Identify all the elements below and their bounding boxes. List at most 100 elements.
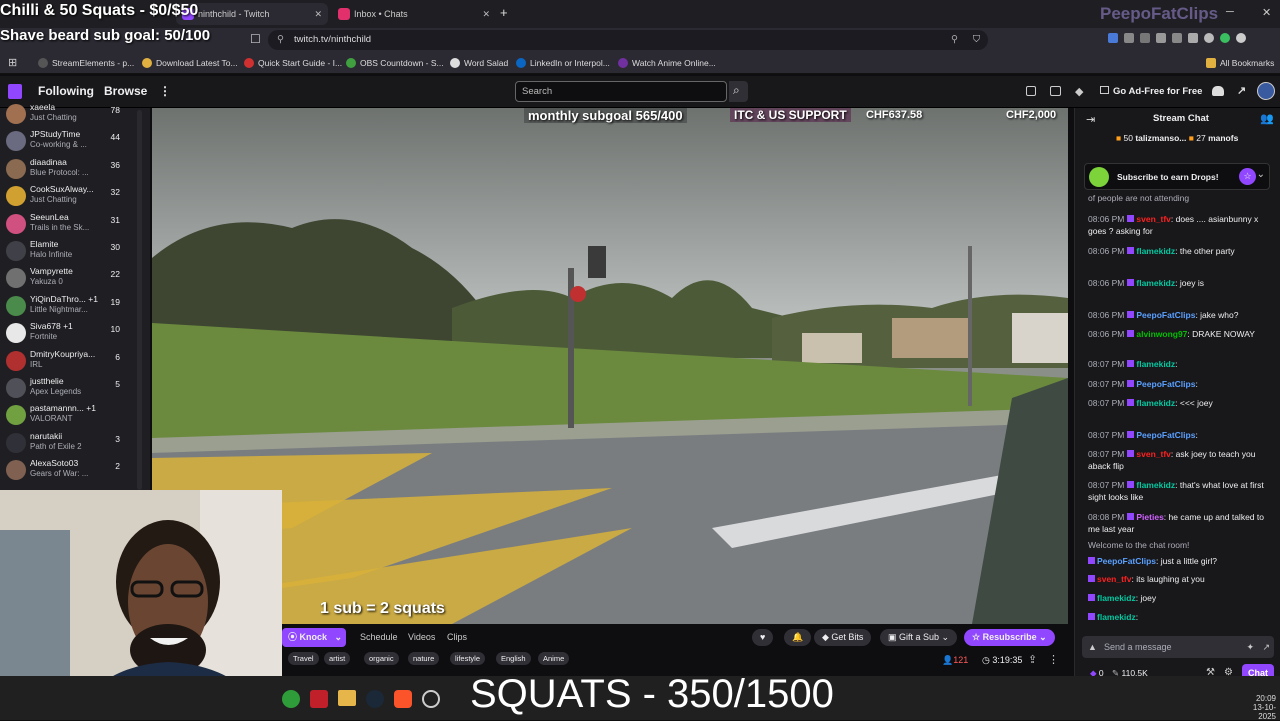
file-explorer-icon[interactable]: [338, 690, 356, 706]
drops-icon[interactable]: [1212, 86, 1224, 96]
bookmark-item[interactable]: LinkedIn or Interpol...: [516, 55, 610, 71]
collapse-chat-icon[interactable]: ⇥: [1086, 113, 1095, 126]
stream-tag[interactable]: lifestyle: [450, 652, 486, 665]
sidebar-channel-item[interactable]: xaeela Just Chatting 78: [0, 100, 150, 128]
chat-username[interactable]: PeepoFatClips: [1097, 556, 1156, 566]
music-icon[interactable]: [1156, 33, 1166, 43]
bookmark-item[interactable]: Watch Anime Online...: [618, 55, 716, 71]
all-bookmarks[interactable]: All Bookmarks: [1206, 55, 1274, 71]
media-icon[interactable]: [1140, 33, 1150, 43]
sidebar-channel-item[interactable]: pastamannn... +1 VALORANT: [0, 401, 150, 429]
chat-message[interactable]: Welcome to the chat room!: [1088, 539, 1274, 551]
search-input[interactable]: Search: [515, 81, 727, 102]
tab-schedule[interactable]: Schedule: [360, 632, 398, 642]
app-red-icon[interactable]: [310, 690, 328, 708]
brave-browser-icon[interactable]: [394, 690, 412, 708]
stream-tag[interactable]: artist: [324, 652, 351, 665]
chat-message[interactable]: of people are not attending: [1088, 192, 1274, 204]
avatar[interactable]: [1257, 82, 1275, 100]
minimize-icon[interactable]: ─: [1226, 6, 1234, 18]
prime-crown-icon[interactable]: [1026, 86, 1036, 96]
chat-message[interactable]: 08:06 PM PeepoFatClips: jake who?: [1088, 309, 1274, 321]
chat-message[interactable]: 08:07 PM flamekidz:: [1088, 358, 1274, 370]
bookmark-item[interactable]: Word Salad: [450, 55, 508, 71]
close-icon[interactable]: ✕: [482, 3, 490, 25]
chat-message[interactable]: 08:06 PM sven_tfv: does .... asianbunny x…: [1088, 213, 1274, 237]
star-icon[interactable]: ☆: [1239, 168, 1256, 185]
chat-username[interactable]: flamekidz: [1136, 359, 1175, 369]
sidebar-channel-item[interactable]: justthelie Apex Legends 5: [0, 374, 150, 402]
stream-tag[interactable]: English: [496, 652, 531, 665]
twitch-logo-icon[interactable]: [8, 84, 22, 99]
brave-shield-icon[interactable]: ⛉: [973, 30, 980, 50]
notifications-icon[interactable]: ◆: [1075, 85, 1083, 98]
sidebar-channel-item[interactable]: DmitryKoupriya... IRL 6: [0, 347, 150, 375]
puzzle-icon[interactable]: [1124, 33, 1134, 43]
sidebar-channel-item[interactable]: Vampyrette Yakuza 0 22: [0, 264, 150, 292]
xbox-icon[interactable]: [282, 690, 300, 708]
chat-username[interactable]: flamekidz: [1136, 480, 1175, 490]
vpn-icon[interactable]: [1220, 33, 1230, 43]
more-icon[interactable]: ⋮: [159, 84, 171, 98]
close-window-icon[interactable]: ✕: [1262, 6, 1271, 19]
shield-icon[interactable]: [1204, 33, 1214, 43]
chat-message[interactable]: 08:07 PM PeepoFatClips:: [1088, 378, 1274, 390]
bookmark-star-icon[interactable]: ☐: [250, 32, 261, 46]
chat-username[interactable]: alvinwong97: [1136, 329, 1187, 339]
chat-message[interactable]: 08:07 PM flamekidz: <<< joey: [1088, 397, 1274, 409]
zoom-icon[interactable]: ⚲: [951, 30, 958, 50]
sidebar-channel-item[interactable]: YiQinDaThro... +1 Little Nightmar... 19: [0, 292, 150, 320]
search-button[interactable]: ⌕: [729, 81, 748, 102]
resubscribe-button[interactable]: ☆ Resubscribe ⌄: [964, 629, 1055, 646]
bookmark-item[interactable]: Quick Start Guide - I...: [244, 55, 342, 71]
obs-icon[interactable]: [422, 690, 440, 708]
download-icon[interactable]: [1188, 33, 1198, 43]
stream-tag[interactable]: organic: [364, 652, 399, 665]
stream-tag[interactable]: Travel: [288, 652, 319, 665]
sidebar-channel-item[interactable]: narutakii Path of Exile 2 3: [0, 429, 150, 457]
url-input[interactable]: ⚲ twitch.tv/ninthchild ⚲ ⛉: [268, 30, 988, 50]
sidebar-channel-item[interactable]: SeeunLea Trails in the Sk... 31: [0, 210, 150, 238]
users-icon[interactable]: 👥: [1260, 112, 1274, 125]
sidebar-channel-item[interactable]: JPStudyTime Co-working & ... 44: [0, 127, 150, 155]
chat-message[interactable]: 08:06 PM flamekidz: joey is: [1088, 277, 1274, 289]
get-bits-button[interactable]: ◆ Get Bits: [814, 629, 872, 646]
chat-username[interactable]: sven_tfv: [1136, 449, 1171, 459]
go-ad-free-button[interactable]: Go Ad-Free for Free: [1100, 86, 1202, 97]
chat-message[interactable]: sven_tfv: its laughing at you: [1088, 573, 1274, 585]
tab-videos[interactable]: Videos: [408, 632, 435, 642]
chat-username[interactable]: PeepoFatClips: [1136, 379, 1195, 389]
browser-tab-instagram[interactable]: Inbox • Chats ✕: [332, 3, 496, 25]
sidebar-channel-item[interactable]: Siva678 +1 Fortnite 10: [0, 319, 150, 347]
chat-message[interactable]: 08:07 PM PeepoFatClips:: [1088, 429, 1274, 441]
more-options-icon[interactable]: ⋮: [1048, 653, 1059, 666]
chat-username[interactable]: flamekidz: [1136, 398, 1175, 408]
chat-username[interactable]: PeepoFatClips: [1136, 430, 1195, 440]
chat-message[interactable]: 08:06 PM alvinwong97: DRAKE NOWAY: [1088, 328, 1274, 340]
sidebar-channel-item[interactable]: Elamite Halo Infinite 30: [0, 237, 150, 265]
chat-username[interactable]: PeepoFatClips: [1136, 310, 1195, 320]
site-info-icon[interactable]: ⚲: [277, 30, 284, 50]
menu-icon[interactable]: [1236, 33, 1246, 43]
browser-tab-twitch[interactable]: ninthchild - Twitch ✕: [176, 3, 328, 25]
video-player[interactable]: monthly subgoal 565/400 ITC & US SUPPORT…: [152, 108, 1068, 624]
stream-tag[interactable]: nature: [408, 652, 440, 665]
sidebar-channel-item[interactable]: AlexaSoto03 Gears of War: ... 2: [0, 456, 150, 484]
sidebar-channel-item[interactable]: diaadinaa Blue Protocol: ... 36: [0, 155, 150, 183]
drops-banner[interactable]: Subscribe to earn Drops! ☆ ⌄: [1084, 163, 1270, 190]
chat-input[interactable]: ▲ Send a message ✦ ↗: [1082, 636, 1274, 658]
close-icon[interactable]: ✕: [314, 3, 322, 25]
bookmark-item[interactable]: StreamElements - p...: [38, 55, 134, 71]
stream-tag[interactable]: Anime: [538, 652, 570, 665]
chat-message[interactable]: flamekidz: joey: [1088, 592, 1274, 604]
steam-icon[interactable]: [366, 690, 384, 708]
emote-picker-icon[interactable]: ✦: [1246, 636, 1254, 658]
chat-username[interactable]: flamekidz: [1097, 593, 1136, 603]
sidebar-channel-item[interactable]: CookSuxAlway... Just Chatting 32: [0, 182, 150, 210]
share-icon[interactable]: ⇪: [1028, 653, 1037, 666]
chat-username[interactable]: sven_tfv: [1097, 574, 1132, 584]
chat-username[interactable]: flamekidz: [1097, 612, 1136, 622]
tab-clips[interactable]: Clips: [447, 632, 467, 642]
heart-button[interactable]: ♥: [752, 629, 774, 646]
nav-following[interactable]: Following: [38, 84, 94, 98]
